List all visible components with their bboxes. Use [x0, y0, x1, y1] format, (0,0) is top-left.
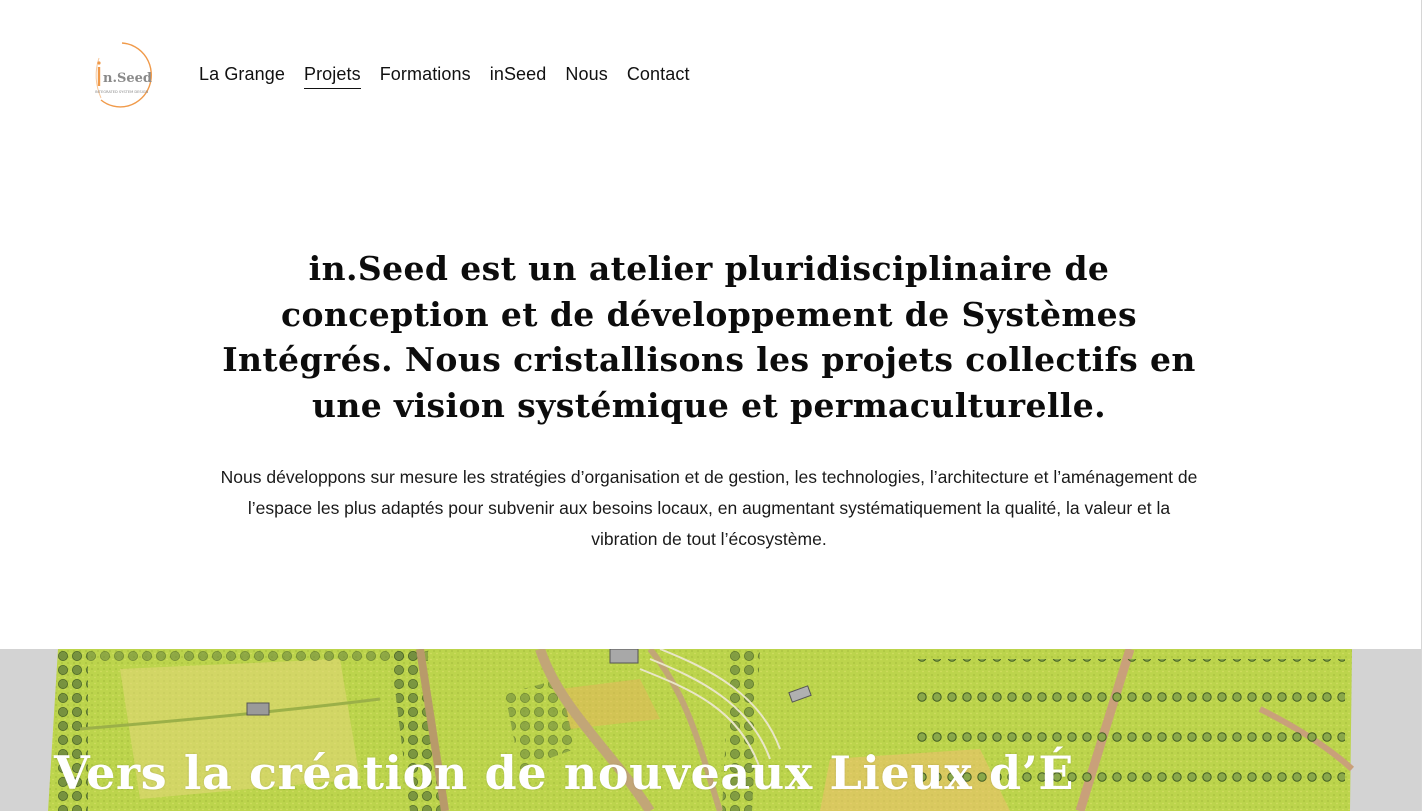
logo-icon: n.Seed INTEGRATED SYSTEM DESIGN: [95, 42, 152, 108]
main-nav: La Grange Projets Formations inSeed Nous…: [199, 62, 709, 89]
nav-item-inseed[interactable]: inSeed: [490, 62, 547, 89]
hero-title: Vers la création de nouveaux Lieux d’É: [54, 746, 1075, 800]
nav-item-nous[interactable]: Nous: [565, 62, 607, 89]
nav-item-projets[interactable]: Projets: [303, 62, 361, 89]
logo-tagline: INTEGRATED SYSTEM DESIGN: [95, 90, 149, 94]
intro-section: in.Seed est un atelier pluridisciplinair…: [220, 246, 1198, 555]
intro-heading: in.Seed est un atelier pluridisciplinair…: [222, 249, 1196, 425]
hero-banner: Vers la création de nouveaux Lieux d’É: [0, 649, 1421, 811]
site-header: n.Seed INTEGRATED SYSTEM DESIGN La Grang…: [0, 0, 1421, 150]
nav-item-formations[interactable]: Formations: [380, 62, 471, 89]
logo-wordmark: n.Seed: [103, 71, 152, 86]
site-logo[interactable]: n.Seed INTEGRATED SYSTEM DESIGN: [89, 40, 155, 110]
nav-item-contact[interactable]: Contact: [627, 62, 690, 89]
page-divider: [1421, 0, 1422, 811]
intro-body: Nous développons sur mesure les stratégi…: [220, 467, 1198, 549]
page: n.Seed INTEGRATED SYSTEM DESIGN La Grang…: [0, 0, 1424, 811]
nav-item-la-grange[interactable]: La Grange: [199, 62, 285, 89]
